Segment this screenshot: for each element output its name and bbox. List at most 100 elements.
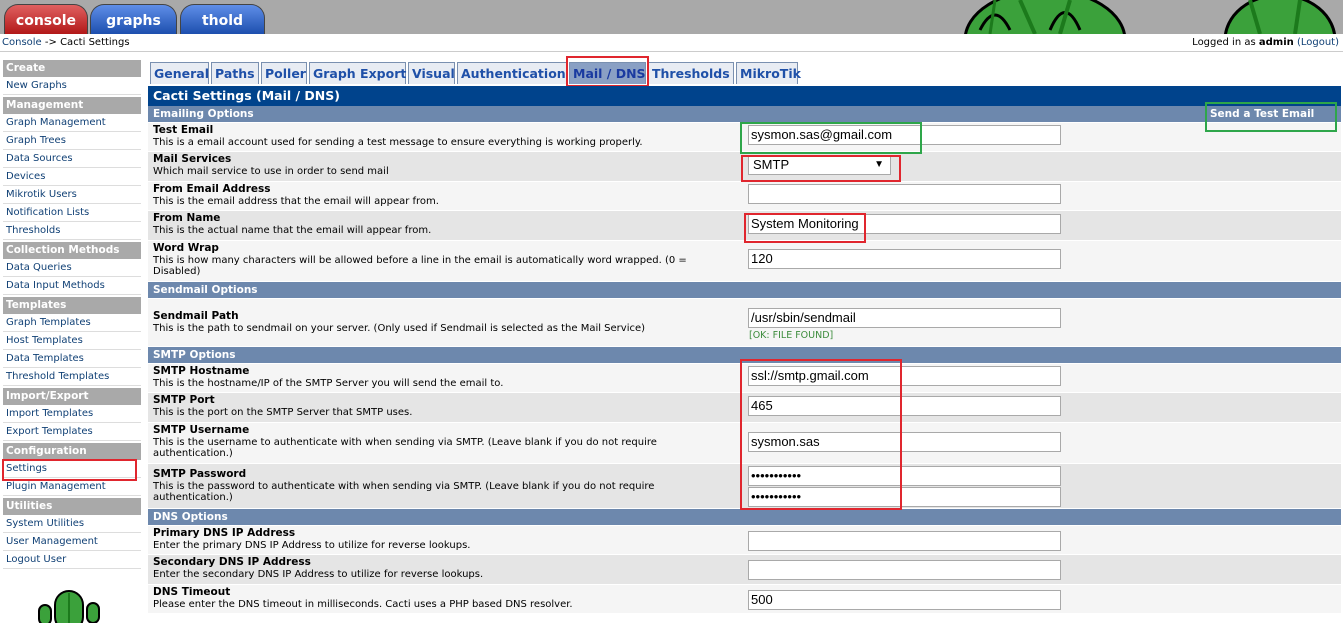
word-wrap-input[interactable]: 120 bbox=[748, 249, 1061, 269]
smtp-password-input[interactable]: ••••••••••• bbox=[748, 466, 1061, 486]
top-tab-thold[interactable]: thold bbox=[180, 4, 265, 34]
field-label: Sendmail Path bbox=[153, 310, 239, 322]
login-prefix: Logged in as bbox=[1192, 37, 1256, 48]
from-name-input[interactable]: System Monitoring bbox=[748, 214, 1061, 234]
field-description: Which mail service to use in order to se… bbox=[153, 165, 389, 177]
sidebar-item-graph-templates[interactable]: Graph Templates bbox=[3, 314, 141, 332]
section-title: Emailing Options bbox=[153, 108, 254, 120]
sidebar-item-mikrotik-users[interactable]: Mikrotik Users bbox=[3, 186, 141, 204]
page-title: Cacti Settings (Mail / DNS) bbox=[148, 86, 1341, 106]
top-tab-console[interactable]: console bbox=[4, 4, 88, 34]
from-email-input[interactable] bbox=[748, 184, 1061, 204]
file-found-status: [OK: FILE FOUND] bbox=[749, 330, 834, 341]
dns-timeout-input[interactable]: 500 bbox=[748, 590, 1061, 610]
field-label: Primary DNS IP Address bbox=[153, 527, 296, 539]
field-from-name: From Name This is the actual name that th… bbox=[148, 211, 1341, 241]
section-title: SMTP Options bbox=[153, 349, 236, 361]
section-dns-options: DNS Options bbox=[148, 509, 1341, 526]
smtp-port-input[interactable]: 465 bbox=[748, 396, 1061, 416]
section-emailing-options: Emailing Options bbox=[148, 106, 1341, 123]
sidebar-item-host-templates[interactable]: Host Templates bbox=[3, 332, 141, 350]
field-label: SMTP Username bbox=[153, 424, 250, 436]
field-label: SMTP Port bbox=[153, 394, 215, 406]
field-description: This is the path to sendmail on your ser… bbox=[153, 322, 646, 334]
section-smtp-options: SMTP Options bbox=[148, 347, 1341, 364]
field-mail-services: Mail Services Which mail service to use i… bbox=[148, 152, 1341, 182]
top-navigation-bar: console graphs thold bbox=[0, 0, 1343, 34]
mail-services-select[interactable]: SMTP ▼ bbox=[748, 155, 891, 175]
field-description: Enter the secondary DNS IP Address to ut… bbox=[153, 568, 484, 580]
sidebar-item-data-queries[interactable]: Data Queries bbox=[3, 259, 141, 277]
section-title: DNS Options bbox=[153, 511, 228, 523]
field-description: This is the username to authenticate wit… bbox=[153, 436, 657, 460]
sidebar-item-threshold-templates[interactable]: Threshold Templates bbox=[3, 368, 141, 386]
top-tab-graphs[interactable]: graphs bbox=[90, 4, 177, 34]
field-label: Test Email bbox=[153, 124, 214, 136]
sidebar-item-new-graphs[interactable]: New Graphs bbox=[3, 77, 141, 95]
field-word-wrap: Word Wrap This is how many characters wil… bbox=[148, 241, 1341, 282]
field-description: This is a email account used for sending… bbox=[153, 136, 643, 148]
cactus-logo-icon bbox=[950, 0, 1343, 34]
sidebar-item-graph-management[interactable]: Graph Management bbox=[3, 114, 141, 132]
dns-primary-input[interactable] bbox=[748, 531, 1061, 551]
tab-thresholds[interactable]: Thresholds bbox=[648, 62, 734, 84]
sidebar-section-header: Import/Export bbox=[3, 388, 141, 405]
dns-secondary-input[interactable] bbox=[748, 560, 1061, 580]
smtp-password-confirm-input[interactable]: ••••••••••• bbox=[748, 487, 1061, 507]
sidebar-item-thresholds[interactable]: Thresholds bbox=[3, 222, 141, 240]
tab-poller[interactable]: Poller bbox=[261, 62, 307, 84]
sidebar-item-plugin-management[interactable]: Plugin Management bbox=[3, 478, 141, 496]
send-test-email-link[interactable]: Send a Test Email bbox=[1210, 108, 1329, 120]
field-label: SMTP Hostname bbox=[153, 365, 250, 377]
sidebar-item-logout-user[interactable]: Logout User bbox=[3, 551, 141, 569]
dropdown-arrow-icon[interactable]: ▼ bbox=[874, 156, 884, 174]
sidebar-section-header: Collection Methods bbox=[3, 242, 141, 259]
field-test-email: Test Email This is a email account used f… bbox=[148, 123, 1341, 152]
login-status: Logged in as admin (Logout) bbox=[1192, 34, 1339, 51]
field-from-email: From Email Address This is the email addr… bbox=[148, 182, 1341, 211]
breadcrumb-bar: Console -> Cacti Settings Logged in as a… bbox=[0, 34, 1343, 52]
field-dns-timeout: DNS Timeout Please enter the DNS timeout … bbox=[148, 585, 1341, 614]
field-description: This is the hostname/IP of the SMTP Serv… bbox=[153, 377, 504, 389]
test-email-input[interactable]: sysmon.sas@gmail.com bbox=[748, 125, 1061, 145]
breadcrumb-console-link[interactable]: Console bbox=[2, 37, 42, 48]
field-smtp-username: SMTP Username This is the username to aut… bbox=[148, 423, 1341, 464]
sidebar-item-graph-trees[interactable]: Graph Trees bbox=[3, 132, 141, 150]
sidebar-item-user-management[interactable]: User Management bbox=[3, 533, 141, 551]
tab-mikrotik[interactable]: MikroTik bbox=[736, 62, 801, 84]
sidebar-item-system-utilities[interactable]: System Utilities bbox=[3, 515, 141, 533]
field-label: Word Wrap bbox=[153, 242, 219, 254]
sidebar-item-devices[interactable]: Devices bbox=[3, 168, 141, 186]
sidebar-item-import-templates[interactable]: Import Templates bbox=[3, 405, 141, 423]
section-title: Sendmail Options bbox=[153, 284, 258, 296]
sendmail-path-input[interactable]: /usr/sbin/sendmail bbox=[748, 308, 1061, 328]
sidebar-section-header: Configuration bbox=[3, 443, 141, 460]
tab-graph-export[interactable]: Graph Export bbox=[309, 62, 406, 84]
tab-general[interactable]: General bbox=[150, 62, 209, 84]
logout-link[interactable]: (Logout) bbox=[1297, 37, 1339, 48]
login-username: admin bbox=[1258, 37, 1294, 48]
sidebar-item-data-input-methods[interactable]: Data Input Methods bbox=[3, 277, 141, 295]
field-smtp-port: SMTP Port This is the port on the SMTP Se… bbox=[148, 393, 1341, 423]
sidebar-section-header: Management bbox=[3, 97, 141, 114]
tab-paths[interactable]: Paths bbox=[211, 62, 259, 84]
smtp-username-input[interactable]: sysmon.sas bbox=[748, 432, 1061, 452]
field-label: Secondary DNS IP Address bbox=[153, 556, 311, 568]
field-label: SMTP Password bbox=[153, 468, 247, 480]
sidebar-item-notification-lists[interactable]: Notification Lists bbox=[3, 204, 141, 222]
tab-visual[interactable]: Visual bbox=[408, 62, 455, 84]
smtp-hostname-input[interactable]: ssl://smtp.gmail.com bbox=[748, 366, 1061, 386]
breadcrumb-separator: -> bbox=[44, 37, 57, 48]
section-sendmail-options: Sendmail Options bbox=[148, 282, 1341, 299]
sidebar-item-data-templates[interactable]: Data Templates bbox=[3, 350, 141, 368]
tab-authentication[interactable]: Authentication bbox=[457, 62, 567, 84]
sidebar: Create New Graphs Management Graph Manageme… bbox=[0, 58, 143, 623]
sidebar-item-export-templates[interactable]: Export Templates bbox=[3, 423, 141, 441]
field-label: Mail Services bbox=[153, 153, 232, 165]
field-dns-primary: Primary DNS IP Address Enter the primary … bbox=[148, 526, 1341, 555]
sidebar-item-settings[interactable]: Settings bbox=[3, 460, 141, 478]
field-description: Please enter the DNS timeout in millisec… bbox=[153, 598, 573, 610]
sidebar-item-data-sources[interactable]: Data Sources bbox=[3, 150, 141, 168]
sidebar-section-header: Templates bbox=[3, 297, 141, 314]
tab-mail-dns[interactable]: Mail / DNS bbox=[569, 62, 646, 84]
